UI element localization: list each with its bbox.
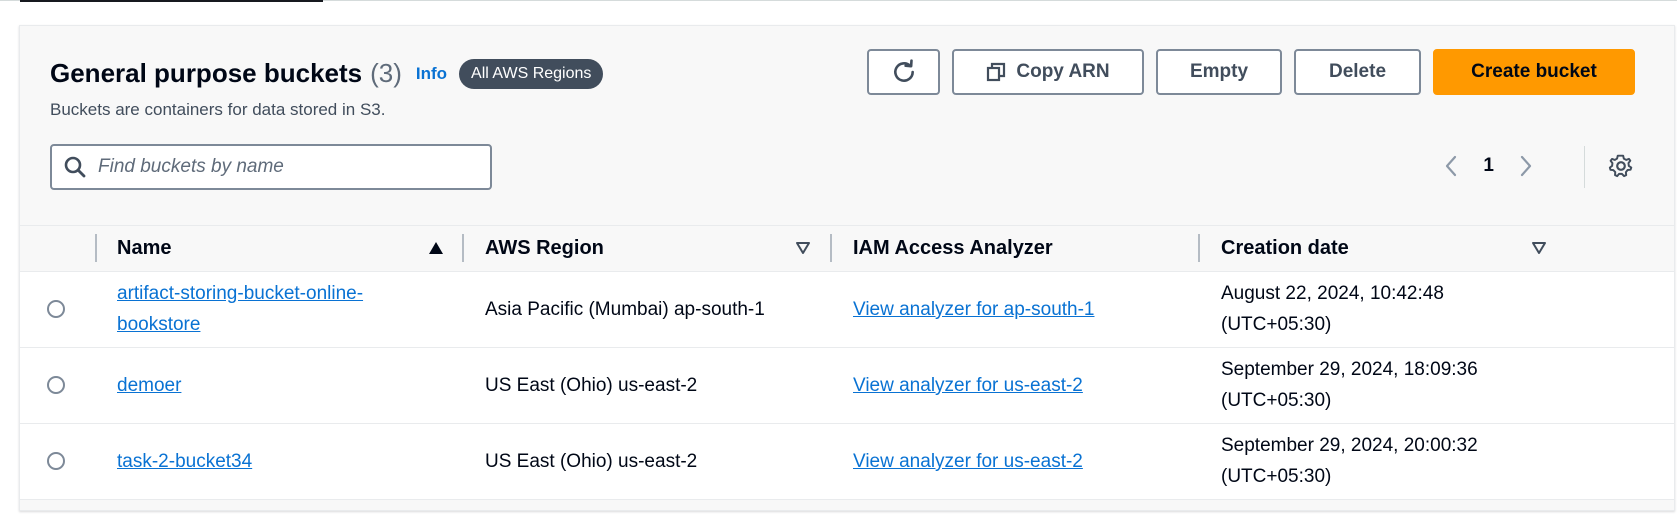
- creation-date: September 29, 2024, 18:09:36 (UTC+05:30): [1221, 354, 1478, 416]
- bucket-name-line[interactable]: task-2-bucket34: [117, 451, 252, 472]
- analyzer-link[interactable]: View analyzer for us-east-2: [853, 446, 1083, 477]
- analyzer-link-text[interactable]: View analyzer for us-east-2: [853, 451, 1083, 472]
- pagination: 1: [1443, 154, 1534, 178]
- page-number[interactable]: 1: [1483, 155, 1494, 177]
- creation-date-timezone: (UTC+05:30): [1221, 466, 1332, 487]
- bucket-name-line[interactable]: artifact-storing-bucket-online-: [117, 283, 363, 304]
- creation-date-timezone: (UTC+05:30): [1221, 390, 1332, 411]
- creation-date: August 22, 2024, 10:42:48 (UTC+05:30): [1221, 278, 1444, 340]
- sort-ascending-icon[interactable]: [428, 240, 444, 256]
- row-select-radio[interactable]: [47, 452, 65, 470]
- column-header-name[interactable]: Name: [117, 226, 171, 271]
- sort-icon[interactable]: [795, 240, 811, 256]
- buckets-table: Name AWS Region IAM Access Analyzer Crea…: [20, 225, 1674, 500]
- active-tab-indicator: [20, 0, 323, 2]
- column-separator: [95, 234, 97, 262]
- bucket-name-link[interactable]: task-2-bucket34: [117, 446, 252, 477]
- refresh-button[interactable]: [867, 49, 940, 95]
- table-row[interactable]: demoer US East (Ohio) us-east-2 View ana…: [20, 348, 1674, 424]
- delete-button[interactable]: Delete: [1294, 49, 1421, 95]
- bucket-name-link[interactable]: demoer: [117, 370, 181, 401]
- copy-arn-button[interactable]: Copy ARN: [952, 49, 1144, 95]
- creation-date-line: August 22, 2024, 10:42:48: [1221, 283, 1444, 304]
- create-bucket-button[interactable]: Create bucket: [1433, 49, 1635, 95]
- column-separator: [830, 234, 832, 262]
- page-title: General purpose buckets: [50, 58, 363, 88]
- bucket-name-link[interactable]: artifact-storing-bucket-online- bookstor…: [117, 278, 363, 340]
- region-badge[interactable]: All AWS Regions: [459, 58, 604, 89]
- page-subtitle: Buckets are containers for data stored i…: [50, 100, 386, 119]
- table-settings-button[interactable]: [1608, 153, 1634, 184]
- column-separator: [462, 234, 464, 262]
- chevron-left-icon[interactable]: [1443, 154, 1459, 178]
- panel-header: General purpose buckets (3) Info All AWS…: [50, 58, 604, 89]
- row-select-radio[interactable]: [47, 376, 65, 394]
- column-header-region[interactable]: AWS Region: [485, 226, 604, 271]
- buckets-panel: General purpose buckets (3) Info All AWS…: [19, 25, 1675, 511]
- row-select-radio[interactable]: [47, 300, 65, 318]
- analyzer-link-text[interactable]: View analyzer for us-east-2: [853, 375, 1083, 396]
- search-input[interactable]: [96, 155, 480, 179]
- search-box: [50, 144, 492, 190]
- analyzer-link[interactable]: View analyzer for us-east-2: [853, 370, 1083, 401]
- creation-date-line: September 29, 2024, 20:00:32: [1221, 435, 1478, 456]
- pager-divider: [1584, 146, 1585, 188]
- copy-arn-label: Copy ARN: [1016, 61, 1110, 82]
- toolbar: Copy ARN Empty Delete Create bucket: [867, 49, 1635, 95]
- chevron-right-icon[interactable]: [1518, 154, 1534, 178]
- column-header-creation-date[interactable]: Creation date: [1221, 226, 1349, 271]
- creation-date-timezone: (UTC+05:30): [1221, 314, 1332, 335]
- gear-icon: [1608, 154, 1633, 178]
- bucket-region: US East (Ohio) us-east-2: [485, 451, 698, 472]
- analyzer-link-text[interactable]: View analyzer for ap-south-1: [853, 299, 1095, 320]
- creation-date-line: September 29, 2024, 18:09:36: [1221, 359, 1478, 380]
- table-row[interactable]: artifact-storing-bucket-online- bookstor…: [20, 272, 1674, 348]
- column-separator: [1198, 234, 1200, 262]
- empty-button[interactable]: Empty: [1156, 49, 1282, 95]
- copy-icon: [986, 62, 1006, 82]
- bucket-count: (3): [370, 58, 402, 88]
- table-header: Name AWS Region IAM Access Analyzer Crea…: [20, 225, 1674, 272]
- sort-icon[interactable]: [1531, 240, 1547, 256]
- info-link[interactable]: Info: [416, 64, 447, 84]
- bucket-region: Asia Pacific (Mumbai) ap-south-1: [485, 299, 765, 320]
- creation-date: September 29, 2024, 20:00:32 (UTC+05:30): [1221, 430, 1478, 492]
- refresh-icon: [893, 59, 914, 82]
- bucket-name-line[interactable]: demoer: [117, 375, 181, 396]
- analyzer-link[interactable]: View analyzer for ap-south-1: [853, 294, 1095, 325]
- search-icon: [64, 156, 86, 178]
- table-row[interactable]: task-2-bucket34 US East (Ohio) us-east-2…: [20, 424, 1674, 500]
- column-header-analyzer: IAM Access Analyzer: [853, 237, 1053, 259]
- bucket-name-line[interactable]: bookstore: [117, 314, 200, 335]
- bucket-region: US East (Ohio) us-east-2: [485, 375, 698, 396]
